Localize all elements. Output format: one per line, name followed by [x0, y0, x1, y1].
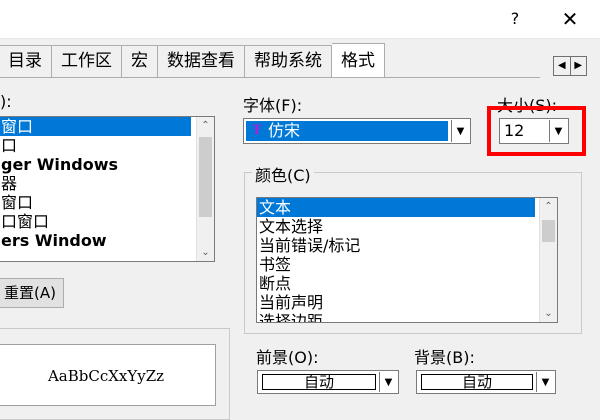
- background-dropdown-arrow[interactable]: ▼: [536, 372, 554, 392]
- list-item[interactable]: 窗口: [0, 193, 214, 212]
- tab-format[interactable]: 格式: [332, 43, 385, 77]
- list-item[interactable]: ers Window: [0, 231, 214, 250]
- list-item[interactable]: 文本: [257, 198, 535, 217]
- list-item[interactable]: 文本选择: [257, 217, 557, 236]
- tab-contents[interactable]: 目录: [0, 45, 52, 77]
- highlight-box: [487, 106, 586, 156]
- list-item[interactable]: 口窗口: [0, 212, 214, 231]
- chevron-down-icon: ▼: [541, 377, 550, 388]
- tab-macro[interactable]: 宏: [122, 45, 158, 77]
- help-button[interactable]: ?: [500, 6, 530, 32]
- background-value: 自动: [421, 374, 533, 390]
- scroll-up-icon[interactable]: ⌃: [540, 198, 557, 215]
- close-button[interactable]: ✕: [554, 6, 586, 32]
- tab-strip: 目录 工作区 宏 数据查看 帮助系统 格式: [0, 43, 385, 77]
- list-item[interactable]: 书签: [257, 255, 557, 274]
- list-item[interactable]: 器: [0, 174, 214, 193]
- background-combobox[interactable]: 自动 ▼: [416, 370, 556, 394]
- sample-preview: AaBbCcXxYyZz: [0, 344, 216, 406]
- category-label: ):: [0, 92, 12, 111]
- font-combobox[interactable]: Ŧ 仿宋 ▼: [243, 118, 471, 144]
- list-item[interactable]: 当前声明: [257, 293, 557, 312]
- font-selected-value: Ŧ 仿宋: [246, 121, 448, 141]
- chevron-down-icon: ▼: [384, 377, 393, 388]
- scroll-thumb[interactable]: [542, 220, 555, 242]
- font-label: 字体(F):: [243, 96, 303, 115]
- category-listbox[interactable]: 窗口 口 ger Windows 器 窗口 口窗口 ers Window ⌃ ⌄: [0, 116, 215, 262]
- color-listbox[interactable]: 文本 文本选择 当前错误/标记 书签 断点 当前声明 选择边距 ⌃ ⌄: [256, 197, 558, 323]
- tab-workspace[interactable]: 工作区: [52, 45, 122, 77]
- list-item[interactable]: 口: [0, 136, 214, 155]
- scroll-up-icon[interactable]: ⌃: [197, 117, 214, 134]
- scroll-thumb[interactable]: [199, 137, 212, 217]
- list-item[interactable]: ger Windows: [0, 155, 214, 174]
- scroll-left-icon[interactable]: ◀: [554, 57, 571, 75]
- tab-scroll-control[interactable]: ◀ ▶: [553, 56, 587, 76]
- foreground-value: 自动: [262, 374, 376, 390]
- tab-data-view[interactable]: 数据查看: [158, 45, 245, 77]
- foreground-combobox[interactable]: 自动 ▼: [257, 370, 399, 394]
- truetype-icon: Ŧ: [252, 123, 262, 138]
- list-item[interactable]: 断点: [257, 274, 557, 293]
- list-item[interactable]: 当前错误/标记: [257, 236, 557, 255]
- tab-baseline: [0, 77, 540, 78]
- foreground-label: 前景(O):: [256, 348, 319, 367]
- foreground-dropdown-arrow[interactable]: ▼: [379, 372, 397, 392]
- reset-button[interactable]: 重置(A): [0, 278, 64, 308]
- font-dropdown-arrow[interactable]: ▼: [451, 120, 469, 142]
- list-item[interactable]: 窗口: [0, 117, 191, 136]
- tab-help-system[interactable]: 帮助系统: [245, 45, 332, 77]
- scroll-right-icon[interactable]: ▶: [571, 57, 587, 75]
- list-item[interactable]: 选择边距: [257, 312, 557, 322]
- color-scrollbar[interactable]: ⌃ ⌄: [539, 198, 557, 322]
- scroll-down-icon[interactable]: ⌄: [540, 305, 557, 322]
- category-scrollbar[interactable]: ⌃ ⌄: [196, 117, 214, 261]
- sample-text: AaBbCcXxYyZz: [47, 367, 165, 385]
- scroll-down-icon[interactable]: ⌄: [197, 244, 214, 261]
- chevron-down-icon: ▼: [456, 126, 465, 137]
- color-label: 颜色(C): [252, 162, 314, 186]
- background-label: 背景(B):: [414, 348, 475, 367]
